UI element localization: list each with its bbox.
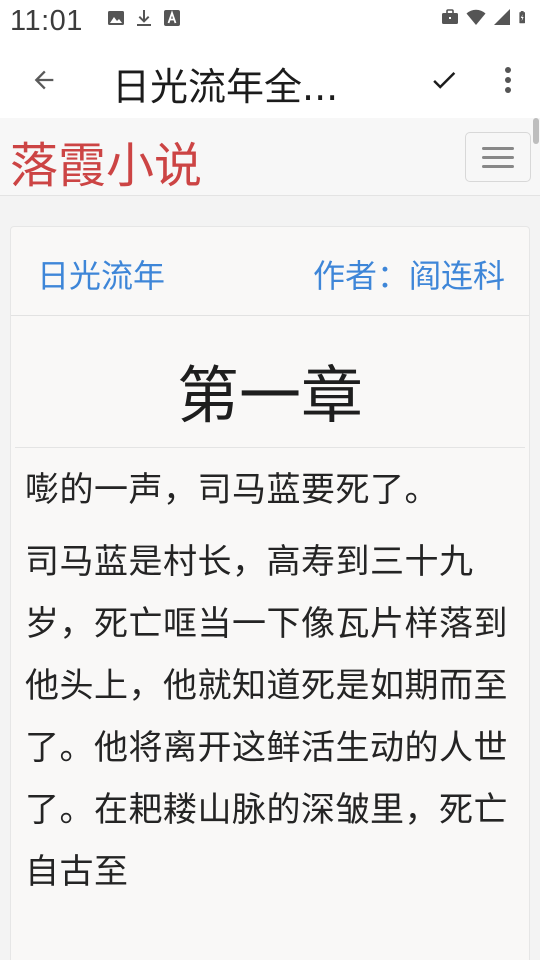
web-content[interactable]: 落霞小说 日光流年 作者：阎连科 第一章 嘭的一声，司马蓝要死了。 司马蓝是村长… (0, 118, 540, 960)
status-system-icons (440, 7, 532, 27)
image-icon (108, 11, 124, 25)
status-time: 11:01 (10, 5, 83, 37)
book-info-bar: 日光流年 作者：阎连科 (11, 227, 529, 316)
done-button[interactable] (424, 60, 464, 100)
site-menu-button[interactable] (465, 132, 531, 182)
signal-icon (494, 9, 510, 25)
more-options-button[interactable] (488, 60, 528, 100)
book-title-link[interactable]: 日光流年 (37, 251, 165, 297)
page-title: 日光流年全... (112, 65, 339, 109)
font-icon (164, 10, 180, 26)
paragraph: 嘭的一声，司马蓝要死了。 (25, 470, 439, 510)
divider (15, 447, 525, 448)
arrow-left-icon (34, 70, 54, 90)
site-header: 落霞小说 (0, 118, 540, 196)
chapter-heading: 第一章 (11, 317, 529, 447)
book-author-link[interactable]: 作者：阎连科 (313, 251, 505, 297)
status-notification-icons (106, 8, 182, 28)
chapter-title: 第一章 (176, 359, 363, 432)
status-bar: 11:01 (0, 0, 540, 44)
battery-icon (519, 11, 525, 24)
hamburger-icon (482, 146, 514, 168)
chapter-content: 嘭的一声，司马蓝要死了。 司马蓝是村长，高寿到三十九岁，死亡哐当一下像瓦片样落到… (25, 459, 513, 913)
wifi-icon (466, 9, 486, 25)
back-button[interactable] (24, 60, 64, 100)
app-bar: 日光流年全... (0, 44, 540, 118)
site-logo[interactable]: 落霞小说 (10, 138, 202, 196)
scrollbar-thumb[interactable] (533, 118, 539, 144)
more-vert-icon (505, 67, 511, 93)
download-icon (137, 10, 151, 26)
paragraph: 司马蓝是村长，高寿到三十九岁，死亡哐当一下像瓦片样落到他头上，他就知道死是如期而… (25, 542, 508, 892)
briefcase-icon (442, 9, 458, 24)
chapter-card: 日光流年 作者：阎连科 第一章 嘭的一声，司马蓝要死了。 司马蓝是村长，高寿到三… (10, 226, 530, 960)
check-icon (433, 72, 456, 89)
